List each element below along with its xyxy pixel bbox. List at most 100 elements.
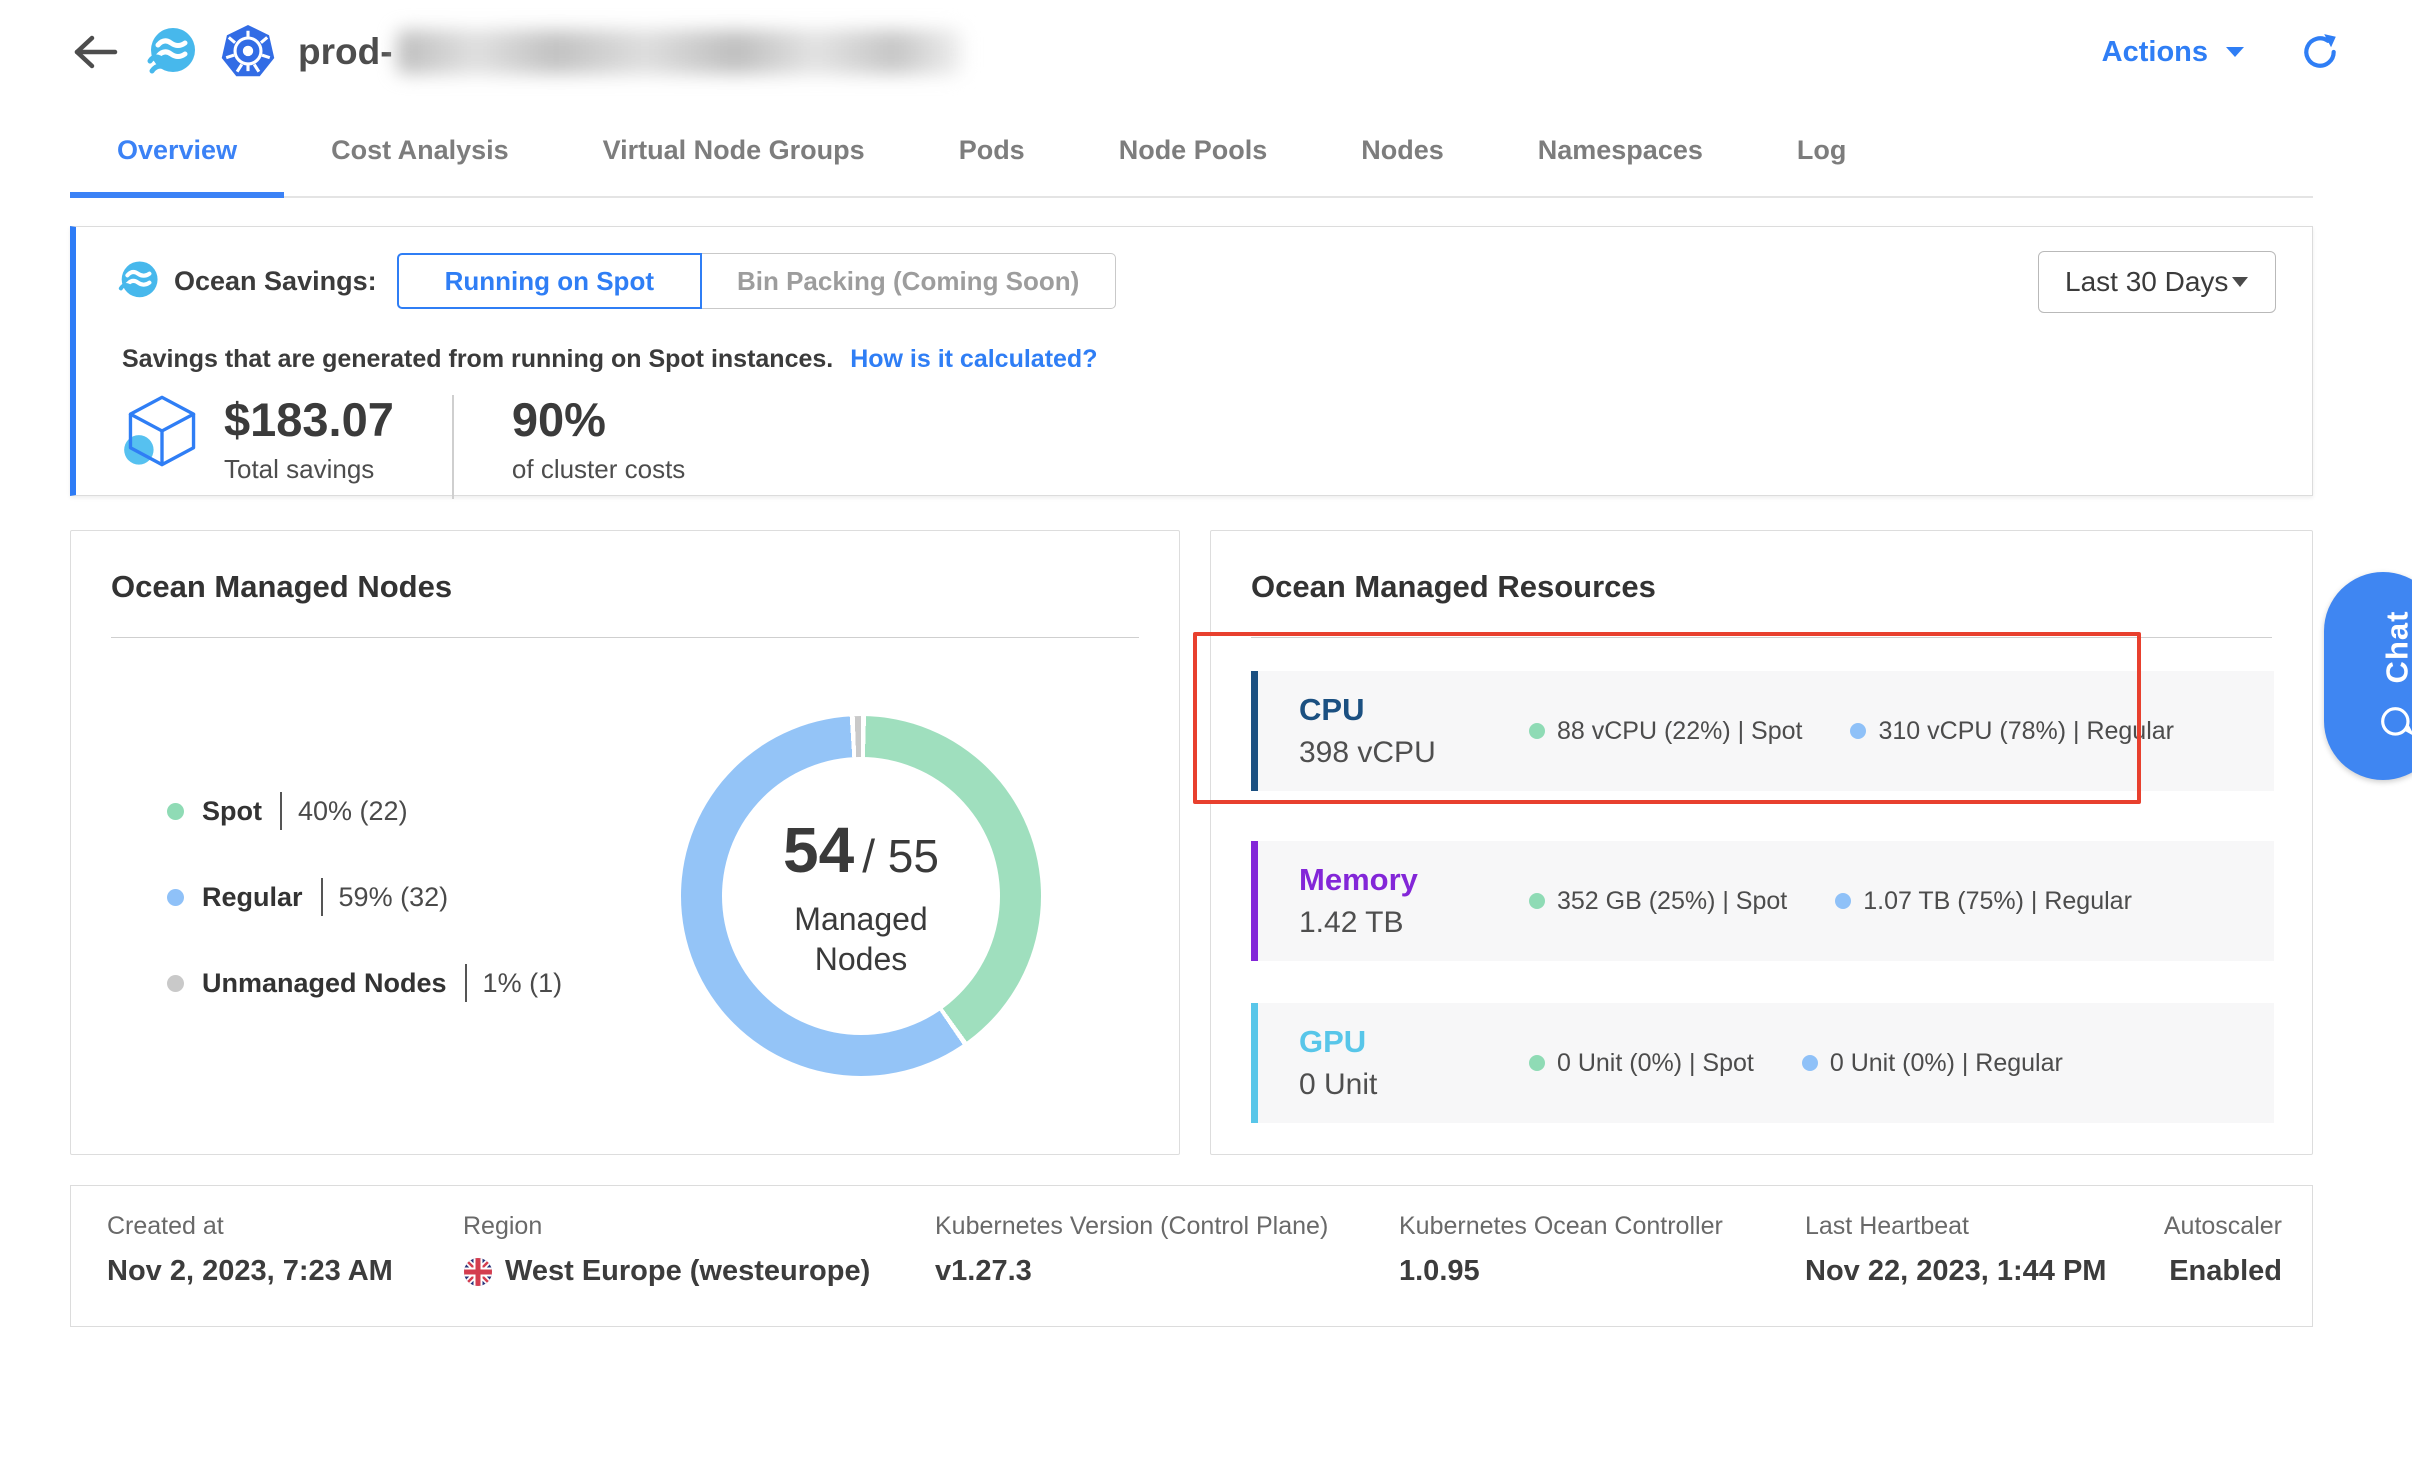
meta-value: Nov 22, 2023, 1:44 PM	[1805, 1255, 2106, 1288]
period-dropdown[interactable]: Last 30 Days	[2038, 251, 2276, 313]
meta-ocean-controller: Kubernetes Ocean Controller 1.0.95	[1399, 1212, 1723, 1288]
savings-cube-icon	[122, 391, 202, 478]
tab-cost-analysis[interactable]: Cost Analysis	[284, 104, 556, 196]
cluster-name-prefix: prod-	[298, 31, 393, 73]
tab-label: Nodes	[1361, 135, 1444, 166]
card-title: Ocean Managed Nodes	[111, 569, 452, 605]
tab-namespaces[interactable]: Namespaces	[1491, 104, 1750, 196]
tab-pods[interactable]: Pods	[912, 104, 1072, 196]
legend-item-spot: Spot 40% (22)	[167, 783, 562, 839]
ocean-logo-icon	[144, 25, 198, 79]
legend-label: Unmanaged Nodes	[202, 968, 447, 999]
bin-packing-toggle[interactable]: Bin Packing (Coming Soon)	[700, 253, 1116, 309]
resource-total: 1.42 TB	[1299, 906, 1529, 940]
stat-text: 1.07 TB (75%) | Regular	[1863, 887, 2132, 916]
donut-label: Managed Nodes	[761, 899, 961, 979]
tab-nodes[interactable]: Nodes	[1314, 104, 1491, 196]
meta-label: Last Heartbeat	[1805, 1212, 2106, 1241]
tab-virtual-node-groups[interactable]: Virtual Node Groups	[556, 104, 912, 196]
card-divider	[1251, 637, 2272, 638]
managed-count: 54	[783, 813, 854, 887]
back-button[interactable]	[70, 32, 122, 72]
tab-label: Namespaces	[1538, 135, 1703, 166]
resource-name: Memory	[1299, 862, 1529, 898]
resource-total: 0 Unit	[1299, 1068, 1529, 1102]
chat-button[interactable]: Chat	[2324, 572, 2412, 780]
stat-text: 0 Unit (0%) | Spot	[1557, 1049, 1754, 1078]
ocean-managed-nodes-card: Ocean Managed Nodes Spot 40% (22) Regula…	[70, 530, 1180, 1155]
legend-separator	[465, 964, 467, 1002]
stat-text: 0 Unit (0%) | Regular	[1830, 1049, 2063, 1078]
unmanaged-dot-icon	[167, 975, 184, 992]
legend-separator	[280, 792, 282, 830]
meta-value: Enabled	[2169, 1255, 2282, 1288]
meta-value: v1.27.3	[935, 1255, 1328, 1288]
meta-label: Autoscaler	[2164, 1212, 2282, 1241]
total-savings-label: Total savings	[224, 454, 394, 485]
cluster-name-redacted	[397, 30, 962, 74]
how-calculated-link[interactable]: How is it calculated?	[850, 345, 1097, 373]
regular-dot-icon	[1802, 1055, 1818, 1071]
ocean-managed-resources-card: Ocean Managed Resources CPU 398 vCPU 88 …	[1210, 530, 2313, 1155]
refresh-icon	[2300, 32, 2340, 72]
ocean-wave-icon	[116, 259, 160, 303]
ocean-savings-label: Ocean Savings:	[174, 266, 377, 297]
gpu-regular-stat: 0 Unit (0%) | Regular	[1802, 1049, 2063, 1078]
running-on-spot-toggle[interactable]: Running on Spot	[397, 253, 702, 309]
legend-label: Regular	[202, 882, 303, 913]
regular-dot-icon	[1835, 893, 1851, 909]
spot-dot-icon	[167, 803, 184, 820]
meta-label: Region	[463, 1212, 870, 1241]
stats-divider	[452, 395, 454, 499]
resource-name: GPU	[1299, 1024, 1529, 1060]
meta-region: Region West Europe (westeurope)	[463, 1212, 870, 1288]
total-savings-value: $183.07	[224, 395, 394, 444]
regular-dot-icon	[167, 889, 184, 906]
meta-last-heartbeat: Last Heartbeat Nov 22, 2023, 1:44 PM	[1805, 1212, 2106, 1288]
meta-k8s-version: Kubernetes Version (Control Plane) v1.27…	[935, 1212, 1328, 1288]
cpu-accent-bar	[1251, 671, 1258, 791]
uk-flag-icon	[463, 1257, 493, 1287]
memory-accent-bar	[1251, 841, 1258, 961]
legend-value: 59% (32)	[339, 882, 449, 913]
tab-node-pools[interactable]: Node Pools	[1072, 104, 1315, 196]
tab-label: Node Pools	[1119, 135, 1268, 166]
resource-row-memory: Memory 1.42 TB 352 GB (25%) | Spot 1.07 …	[1251, 841, 2274, 961]
tab-log[interactable]: Log	[1750, 104, 1893, 196]
spot-dot-icon	[1529, 723, 1545, 739]
total-savings-stat: $183.07 Total savings	[224, 395, 394, 485]
ocean-savings-banner: Ocean Savings: Running on Spot Bin Packi…	[70, 226, 2313, 496]
tab-label: Overview	[117, 135, 237, 166]
chevron-down-icon	[2231, 276, 2249, 288]
legend-item-unmanaged: Unmanaged Nodes 1% (1)	[167, 955, 562, 1011]
regular-dot-icon	[1850, 723, 1866, 739]
legend-value: 1% (1)	[483, 968, 563, 999]
savings-stats: $183.07 Total savings 90% of cluster cos…	[122, 395, 685, 499]
tab-label: Pods	[959, 135, 1025, 166]
card-divider	[111, 637, 1139, 638]
savings-description: Savings that are generated from running …	[122, 345, 1097, 374]
actions-dropdown[interactable]: Actions	[2102, 36, 2246, 69]
chevron-down-icon	[2224, 45, 2246, 59]
legend-label: Spot	[202, 796, 262, 827]
gpu-accent-bar	[1251, 1003, 1258, 1123]
tab-overview[interactable]: Overview	[70, 104, 284, 196]
refresh-button[interactable]	[2300, 32, 2340, 72]
tab-label: Cost Analysis	[331, 135, 509, 166]
stat-text: 352 GB (25%) | Spot	[1557, 887, 1787, 916]
savings-header-row: Ocean Savings: Running on Spot Bin Packi…	[116, 253, 1116, 309]
meta-label: Created at	[107, 1212, 393, 1241]
back-arrow-icon	[70, 34, 118, 70]
total-count: / 55	[862, 829, 939, 883]
meta-created-at: Created at Nov 2, 2023, 7:23 AM	[107, 1212, 393, 1288]
donut-center: 54 / 55 Managed Nodes	[722, 757, 1000, 1035]
legend-separator	[321, 878, 323, 916]
resource-row-gpu: GPU 0 Unit 0 Unit (0%) | Spot 0 Unit (0%…	[1251, 1003, 2274, 1123]
resource-row-cpu: CPU 398 vCPU 88 vCPU (22%) | Spot 310 vC…	[1251, 671, 2274, 791]
chat-label: Chat	[2379, 611, 2412, 684]
meta-value: 1.0.95	[1399, 1255, 1723, 1288]
memory-spot-stat: 352 GB (25%) | Spot	[1529, 887, 1787, 916]
stat-text: 88 vCPU (22%) | Spot	[1557, 717, 1802, 746]
savings-toggle-group: Running on Spot Bin Packing (Coming Soon…	[397, 253, 1117, 309]
description-text: Savings that are generated from running …	[122, 345, 833, 373]
